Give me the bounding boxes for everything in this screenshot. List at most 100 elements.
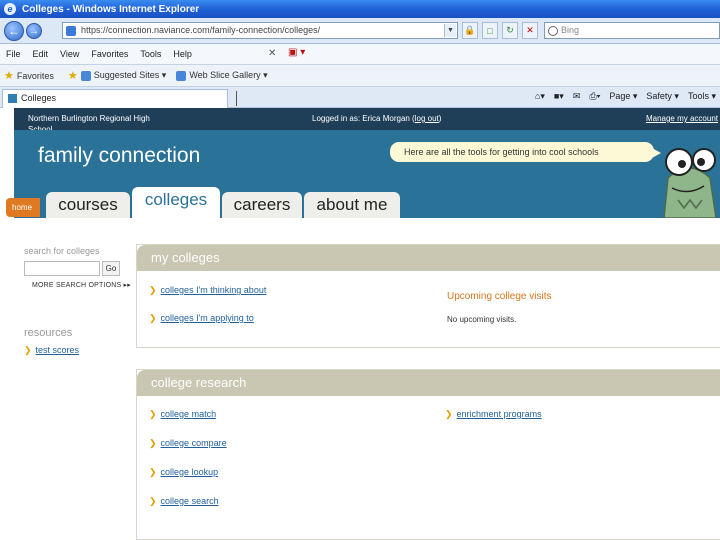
- web-slice-icon: [176, 70, 187, 81]
- upcoming-visits-heading: Upcoming college visits: [447, 291, 552, 302]
- web-slice-gallery-link[interactable]: Web Slice Gallery ▾: [176, 70, 268, 81]
- my-colleges-panel: my colleges ❯ colleges I'm thinking about…: [136, 244, 720, 348]
- tab-colleges[interactable]: colleges: [132, 187, 220, 218]
- compatibility-view-icon[interactable]: □: [482, 22, 498, 39]
- close-icon[interactable]: ✕: [268, 48, 276, 59]
- address-bar: ← → https://connection.naviance.com/fami…: [0, 18, 720, 44]
- stop-icon[interactable]: ✕: [522, 22, 538, 39]
- window-title-bar: e Colleges - Windows Internet Explorer: [0, 0, 720, 18]
- page-content: Northern Burlington Regional High School…: [0, 108, 720, 540]
- tab-title: Colleges: [21, 93, 57, 103]
- tab-favicon-icon: [8, 94, 17, 103]
- menu-favorites[interactable]: Favorites: [91, 49, 128, 59]
- suggested-sites-label: Suggested Sites ▾: [93, 70, 167, 80]
- url-field[interactable]: https://connection.naviance.com/family-c…: [62, 22, 458, 39]
- tagline-bubble: Here are all the tools for getting into …: [390, 142, 661, 162]
- no-visits-text: No upcoming visits.: [447, 315, 517, 324]
- print-icon[interactable]: ⎙▾: [589, 91, 600, 102]
- colleges-thinking-link[interactable]: ❯ colleges I'm thinking about: [149, 285, 266, 296]
- bing-search-icon: [548, 26, 558, 36]
- internet-explorer-icon: e: [4, 3, 16, 15]
- manage-account-link[interactable]: Manage my account: [646, 114, 718, 123]
- search-colleges-label: search for colleges: [24, 246, 100, 256]
- college-search-link[interactable]: ❯ college search: [149, 496, 219, 507]
- arrow-right-icon: ❯: [149, 409, 157, 419]
- command-bar: ⌂▾ ■▾ ✉ ⎙▾ Page ▾ Safety ▾ Tools ▾: [526, 91, 716, 102]
- go-button[interactable]: Go: [102, 261, 120, 276]
- tools-menu[interactable]: Tools ▾: [688, 91, 716, 102]
- college-lookup-label: college lookup: [160, 467, 219, 477]
- college-search-label: college search: [160, 496, 219, 506]
- suggested-sites-link[interactable]: Suggested Sites ▾: [80, 70, 167, 81]
- tab-courses[interactable]: courses: [46, 192, 130, 218]
- new-tab-button[interactable]: [236, 91, 250, 106]
- enrichment-programs-label: enrichment programs: [456, 409, 542, 419]
- mascot-icon: [663, 148, 717, 218]
- college-research-heading: college research: [137, 370, 720, 396]
- logged-in-prefix: Logged in as: Erica Morgan (: [312, 114, 415, 123]
- web-slice-label: Web Slice Gallery ▾: [189, 70, 268, 80]
- arrow-right-icon: ❯: [149, 313, 157, 323]
- logout-link[interactable]: log out: [415, 114, 439, 123]
- my-colleges-heading: my colleges: [137, 245, 720, 271]
- favorites-star-icon: ★: [4, 70, 14, 82]
- logged-in-suffix: ): [438, 114, 442, 123]
- college-compare-link[interactable]: ❯ college compare: [149, 438, 227, 449]
- home-tab[interactable]: home: [6, 198, 40, 217]
- menu-view[interactable]: View: [60, 49, 79, 59]
- back-arrow-icon[interactable]: ←: [4, 21, 24, 41]
- college-match-label: college match: [160, 409, 217, 419]
- resources-heading: resources: [24, 327, 73, 339]
- enrichment-programs-link[interactable]: ❯ enrichment programs: [445, 409, 542, 420]
- suggested-sites-icon: [80, 70, 91, 81]
- colleges-applying-link[interactable]: ❯ colleges I'm applying to: [149, 313, 254, 324]
- more-search-options-link[interactable]: MORE SEARCH OPTIONS ▸▸: [32, 281, 131, 289]
- college-research-panel: college research ❯ college match ❯ college…: [136, 369, 720, 540]
- tab-careers[interactable]: careers: [222, 192, 302, 218]
- add-favorites-icon[interactable]: ★: [68, 69, 78, 82]
- favorites-bar: ★ Favorites ★ Suggested Sites ▾ Web Slic…: [0, 65, 720, 87]
- menu-help[interactable]: Help: [173, 49, 192, 59]
- feeds-icon[interactable]: ■▾: [554, 91, 564, 102]
- arrow-right-icon: ❯: [149, 285, 157, 295]
- test-scores-link[interactable]: ❯ test scores: [24, 345, 79, 356]
- header-band: family connection Here are all the tools…: [14, 130, 720, 218]
- tab-about-me[interactable]: about me: [304, 192, 400, 218]
- colleges-thinking-label: colleges I'm thinking about: [160, 285, 267, 295]
- convert-icon[interactable]: ▣ ▾: [288, 47, 305, 58]
- arrow-right-icon: ❯: [445, 409, 453, 419]
- favorites-button[interactable]: Favorites: [17, 71, 54, 81]
- college-lookup-link[interactable]: ❯ college lookup: [149, 467, 218, 478]
- window-title: Colleges - Windows Internet Explorer: [22, 3, 200, 15]
- search-placeholder: Bing: [561, 25, 580, 35]
- arrow-right-icon: ❯: [149, 438, 157, 448]
- menu-edit[interactable]: Edit: [33, 49, 49, 59]
- site-favicon-icon: [66, 26, 76, 36]
- test-scores-label: test scores: [35, 345, 80, 355]
- home-icon[interactable]: ⌂▾: [535, 91, 545, 102]
- search-input[interactable]: Bing: [544, 22, 720, 39]
- menu-bar: File Edit View Favorites Tools Help ✕ ▣ …: [0, 44, 720, 65]
- url-text: https://connection.naviance.com/family-c…: [81, 25, 321, 35]
- page-menu[interactable]: Page ▾: [609, 91, 637, 102]
- tab-row: Colleges ⌂▾ ■▾ ✉ ⎙▾ Page ▾ Safety ▾ Tool…: [0, 87, 720, 108]
- college-search-input[interactable]: [24, 261, 100, 276]
- account-strip: Northern Burlington Regional High School…: [14, 108, 720, 134]
- college-compare-label: college compare: [160, 438, 227, 448]
- menu-tools[interactable]: Tools: [140, 49, 161, 59]
- chevron-down-icon[interactable]: ▼: [444, 24, 456, 37]
- arrow-right-icon: ❯: [24, 345, 32, 355]
- logged-in-status: Logged in as: Erica Morgan (log out): [312, 114, 441, 123]
- forward-arrow-icon[interactable]: →: [26, 23, 42, 39]
- college-match-link[interactable]: ❯ college match: [149, 409, 216, 420]
- arrow-right-icon: ❯: [149, 496, 157, 506]
- brand-title: family connection: [38, 144, 201, 167]
- menu-file[interactable]: File: [6, 49, 21, 59]
- refresh-icon[interactable]: ↻: [502, 22, 518, 39]
- browser-tab-colleges[interactable]: Colleges: [2, 89, 228, 108]
- safety-menu[interactable]: Safety ▾: [646, 91, 679, 102]
- arrow-right-icon: ❯: [149, 467, 157, 477]
- lock-icon[interactable]: 🔒: [462, 22, 478, 39]
- read-mail-icon[interactable]: ✉: [573, 91, 581, 102]
- colleges-applying-label: colleges I'm applying to: [160, 313, 254, 323]
